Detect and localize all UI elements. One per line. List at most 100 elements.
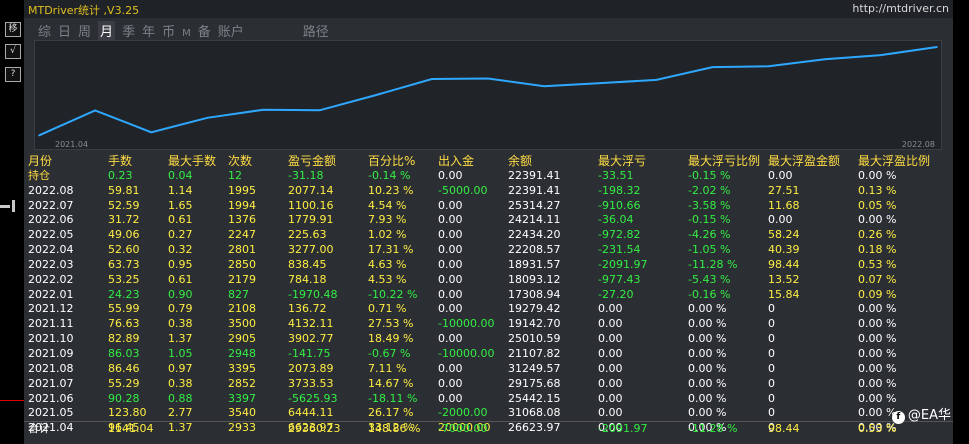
tab-6[interactable]: 币: [162, 21, 175, 40]
table-cell: 0.00 %: [688, 317, 727, 331]
table-cell: 2021.12: [28, 302, 74, 316]
x-tick-end: 2022.08: [902, 140, 935, 149]
table-cell: 2022.06: [28, 213, 74, 227]
column-header: 百分比%: [368, 154, 416, 168]
tab-10[interactable]: 路径: [303, 21, 329, 40]
column-header: 最大浮盈比例: [858, 154, 931, 168]
equity-line: [38, 46, 938, 137]
equity-point: [823, 58, 826, 61]
table-cell: 0.00: [598, 317, 623, 331]
table-body: 持仓 0.23 0.04 12 -31.18 -0.14 % 0.00 22391.41 -33…: [24, 169, 953, 436]
table-cell: -27.20: [598, 287, 634, 301]
table-cell: 0: [768, 346, 775, 360]
tab-3[interactable]: 月: [98, 21, 116, 40]
table-cell: 27.53 %: [368, 317, 414, 331]
table-cell: -1970.48: [288, 287, 338, 301]
column-header: 最大浮亏比例: [688, 154, 761, 168]
chart-marker: [12, 200, 15, 212]
table-cell: 52.60: [108, 243, 140, 257]
tab-2[interactable]: 周: [78, 21, 91, 40]
table-cell: 0.00: [438, 302, 463, 316]
equity-point: [94, 109, 96, 112]
tab-8[interactable]: 备: [198, 21, 211, 40]
table-cell: 0.00 %: [688, 391, 727, 405]
table-cell: 2021.06: [28, 391, 74, 405]
table-cell: 0.00 %: [858, 346, 897, 360]
table-cell: 98.44: [768, 422, 800, 435]
table-cell: 0: [768, 376, 775, 390]
table-row: 2021.05 123.80 2.77 3540 6444.11 26.17 % -2000…: [24, 406, 953, 421]
tab-1[interactable]: 日: [58, 21, 71, 40]
table-cell: 2073.89: [288, 361, 334, 375]
table-cell: 136.72: [288, 302, 327, 316]
table-cell: 2077.14: [288, 183, 334, 197]
table-cell: 1.65: [168, 198, 193, 212]
table-cell: 0.26 %: [858, 228, 897, 242]
table-cell: 76.63: [108, 317, 140, 331]
table-cell: 827: [228, 287, 249, 301]
table-cell: 2021.11: [28, 317, 74, 331]
tab-5[interactable]: 年: [142, 21, 155, 40]
tab-4[interactable]: 季: [122, 21, 135, 40]
table-row: 2022.08 59.81 1.14 1995 2077.14 10.23 % -5000.…: [24, 184, 953, 199]
table-cell: 0.05 %: [858, 198, 897, 212]
table-cell: -10000.00: [438, 346, 495, 360]
table-cell: 0.00 %: [688, 346, 727, 360]
equity-point: [206, 116, 209, 119]
table-cell: 0.00: [438, 272, 463, 286]
move-button[interactable]: 移: [5, 22, 21, 37]
table-cell: -141.75: [288, 346, 331, 360]
table-cell: 0.09 %: [858, 287, 897, 301]
table-cell: 0.97: [168, 361, 193, 375]
table-header: 月份 手数 最大手数 次数 盈亏金额 百分比% 出入金 余额 最大浮亏 最大浮亏比例 最大浮盈金额 最…: [24, 154, 953, 169]
table-cell: 0.71 %: [368, 302, 407, 316]
left-toolbar: 移 √ ?: [0, 0, 24, 444]
table-row: 2022.07 52.59 1.65 1994 1100.16 4.54 % 0.00 253…: [24, 199, 953, 214]
table-cell: -7000.00: [438, 422, 488, 435]
x-tick-start: 2021.04: [55, 140, 88, 149]
table-cell: 1.02 %: [368, 228, 407, 242]
table-cell: 27.51: [768, 183, 800, 197]
table-cell: 25010.59: [508, 332, 561, 346]
tab-0[interactable]: 综: [38, 21, 51, 40]
table-cell: 0.00: [438, 213, 463, 227]
table-cell: 53.25: [108, 272, 140, 286]
column-header: 月份: [28, 154, 53, 168]
table-row: 2021.07 55.29 0.38 2852 3733.53 14.67 % 0.00 29…: [24, 377, 953, 392]
table-cell: -972.82: [598, 228, 641, 242]
equity-point: [262, 108, 265, 111]
table-cell: 0: [768, 332, 775, 346]
table-cell: 18931.57: [508, 257, 561, 271]
table-row: 2022.01 24.23 0.90 827 -1970.48 -10.22 % 0.00 1…: [24, 288, 953, 303]
tab-7[interactable]: M: [182, 28, 191, 39]
table-cell: 2948: [228, 346, 256, 360]
table-cell: -910.66: [598, 198, 641, 212]
table-cell: 2850: [228, 257, 256, 271]
website-link[interactable]: http://mtdriver.cn: [852, 2, 949, 15]
table-cell: 0.00: [768, 168, 793, 182]
table-cell: 19279.42: [508, 302, 561, 316]
column-header: 最大浮亏: [598, 154, 647, 168]
total-row: 合计 1141.04 29360.23 148.86 % -7000.00 -2091.9…: [24, 421, 953, 436]
table-cell: 2022.02: [28, 272, 74, 286]
table-cell: 0.53 %: [858, 257, 897, 271]
table-cell: -36.04: [598, 213, 634, 227]
table-cell: 0.00: [598, 302, 623, 316]
table-cell: 持仓: [28, 168, 50, 182]
table-cell: 0.32: [168, 243, 193, 257]
help-button[interactable]: ?: [5, 67, 21, 82]
table-cell: 4.53 %: [368, 272, 407, 286]
table-cell: 0.00 %: [858, 302, 897, 316]
tab-9[interactable]: 账户: [218, 21, 244, 40]
check-button[interactable]: √: [5, 44, 21, 59]
table-cell: -18.11 %: [368, 391, 418, 405]
table-cell: 1779.91: [288, 213, 334, 227]
table-cell: 52.59: [108, 198, 140, 212]
stats-panel: MTDriver统计 ,V3.25 http://mtdriver.cn 综日周…: [24, 0, 953, 444]
table-cell: 2022.05: [28, 228, 74, 242]
table-cell: 2021.09: [28, 346, 74, 360]
table-cell: 40.39: [768, 243, 800, 257]
table-row: 2021.12 55.99 0.79 2108 136.72 0.71 % 0.00 1927…: [24, 302, 953, 317]
table-cell: 21107.82: [508, 346, 561, 360]
table-cell: 0.18 %: [858, 243, 897, 257]
